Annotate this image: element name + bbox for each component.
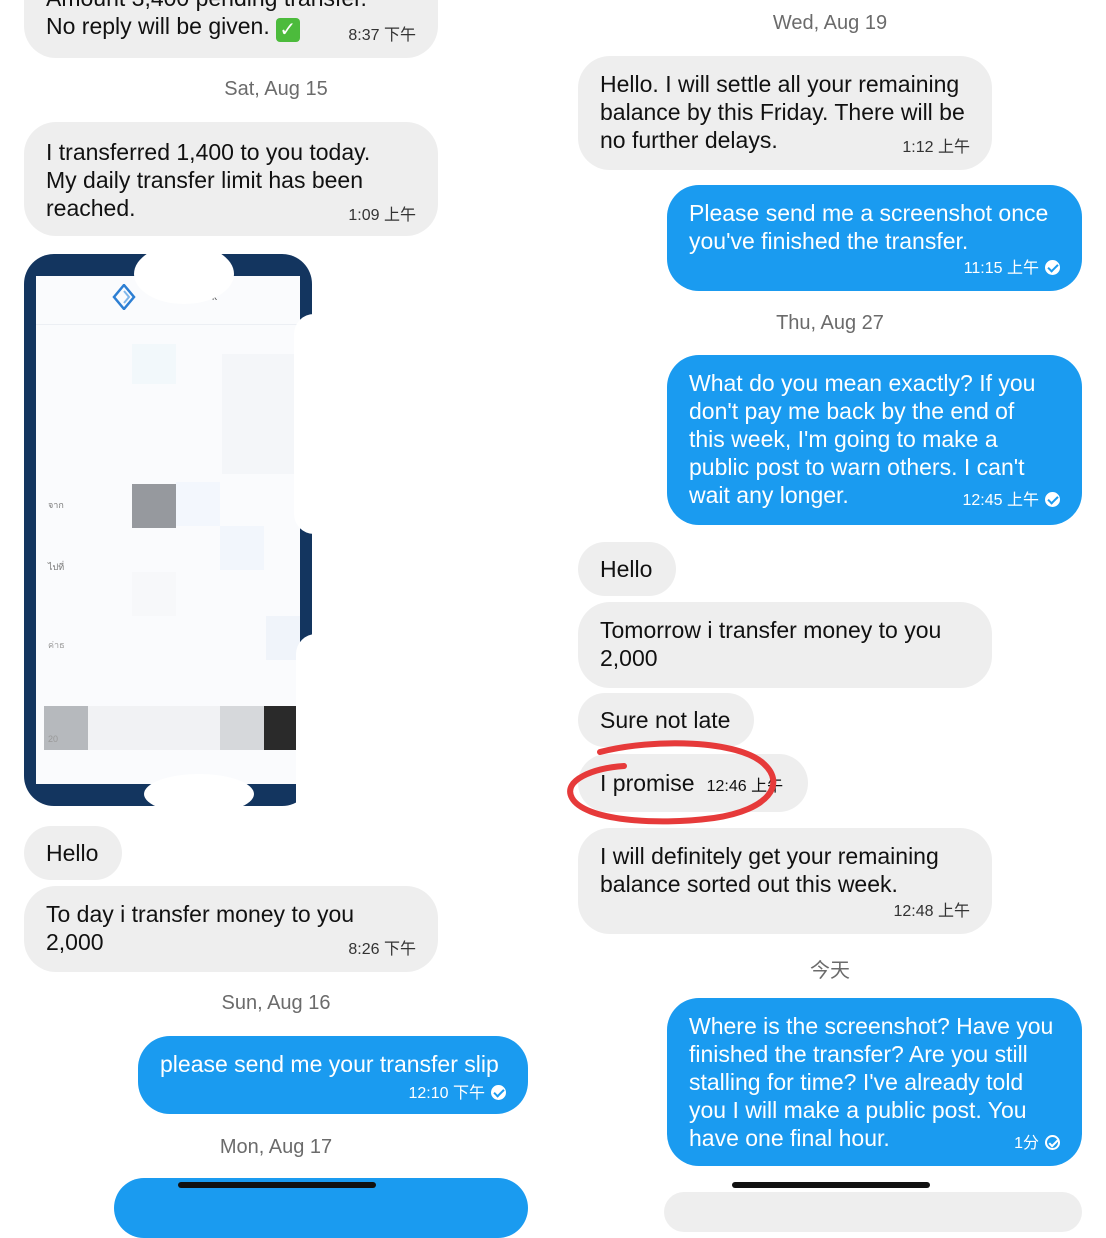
check-mark-emoji: ✓ <box>275 18 300 42</box>
message-time: 12:10 下午 <box>408 1085 486 1102</box>
date-separator: 今天 <box>810 960 850 982</box>
message-time: 11:15 上午 <box>963 260 1039 277</box>
message-text: I transferred 1,400 to you today. My dai… <box>46 139 371 221</box>
message-time: 1分 <box>1014 1135 1039 1152</box>
message-incoming-today: To day i transfer money to you 2,000 8:2… <box>24 886 438 972</box>
message-text: Hello <box>46 840 99 866</box>
message-text: To day i transfer money to you 2,000 <box>46 901 355 955</box>
slip-label-to: ไปที่ <box>48 562 65 572</box>
message-outgoing-warning: What do you mean exactly? If you don't p… <box>667 355 1082 525</box>
transfer-slip-screen: k จาก ไปที่ ค่าธ 20 <box>36 276 300 784</box>
check-circle-icon <box>1045 492 1060 507</box>
message-outgoing-final: Where is the screenshot? Have you finish… <box>667 998 1082 1166</box>
message-incoming-definitely: I will definitely get your remaining bal… <box>578 828 992 934</box>
message-incoming-settle: Hello. I will settle all your remaining … <box>578 56 992 170</box>
check-circle-icon <box>491 1085 506 1100</box>
message-incoming-pending: Amount 3,400 pending transfer. No reply … <box>24 0 438 58</box>
message-time: 1:12 上午 <box>902 139 970 156</box>
date-separator: Wed, Aug 19 <box>772 12 888 34</box>
message-incoming-hello: Hello <box>578 542 676 596</box>
message-text: Sure not late <box>600 707 731 733</box>
message-text: Please send me a screenshot once you've … <box>689 200 1049 254</box>
slip-label-amount: 20 <box>48 734 59 744</box>
message-text: please send me your transfer slip <box>160 1051 499 1077</box>
message-incoming-tomorrow: Tomorrow i transfer money to you 2,000 <box>578 602 992 688</box>
message-incoming-transferred: I transferred 1,400 to you today. My dai… <box>24 122 438 236</box>
slip-label-from: จาก <box>48 500 64 510</box>
message-text: Amount 3,400 pending transfer. <box>46 0 416 12</box>
transfer-slip-image[interactable]: k จาก ไปที่ ค่าธ 20 <box>24 244 336 864</box>
message-text: Where is the screenshot? Have you finish… <box>689 1013 1054 1151</box>
date-separator: Sat, Aug 15 <box>224 78 328 100</box>
message-time: 1:09 上午 <box>348 207 416 224</box>
red-circle-annotation <box>567 740 777 825</box>
message-time: 12:45 上午 <box>962 492 1040 509</box>
home-indicator <box>732 1182 930 1188</box>
message-outgoing-slip-request: please send me your transfer slip 12:10 … <box>138 1036 528 1114</box>
message-time: 8:26 下午 <box>348 941 416 958</box>
message-incoming-partial <box>664 1192 1082 1232</box>
check-circle-icon <box>1045 260 1060 275</box>
message-text: Hello <box>600 556 653 582</box>
date-separator: Mon, Aug 17 <box>219 1136 333 1158</box>
message-time: 12:48 上午 <box>893 903 971 920</box>
message-text: No reply will be given. <box>46 13 270 39</box>
check-circle-icon <box>1045 1135 1060 1150</box>
date-separator: Thu, Aug 27 <box>776 312 884 334</box>
bank-logo-icon <box>112 284 136 310</box>
message-incoming-hello: Hello <box>24 826 122 880</box>
date-separator: Sun, Aug 16 <box>221 992 331 1014</box>
message-outgoing-screenshot-request: Please send me a screenshot once you've … <box>667 185 1082 291</box>
slip-label-fee: ค่าธ <box>48 640 65 650</box>
message-time: 8:37 下午 <box>348 27 416 44</box>
message-text: I will definitely get your remaining bal… <box>600 843 939 897</box>
message-text: Tomorrow i transfer money to you 2,000 <box>600 617 942 671</box>
home-indicator <box>178 1182 376 1188</box>
